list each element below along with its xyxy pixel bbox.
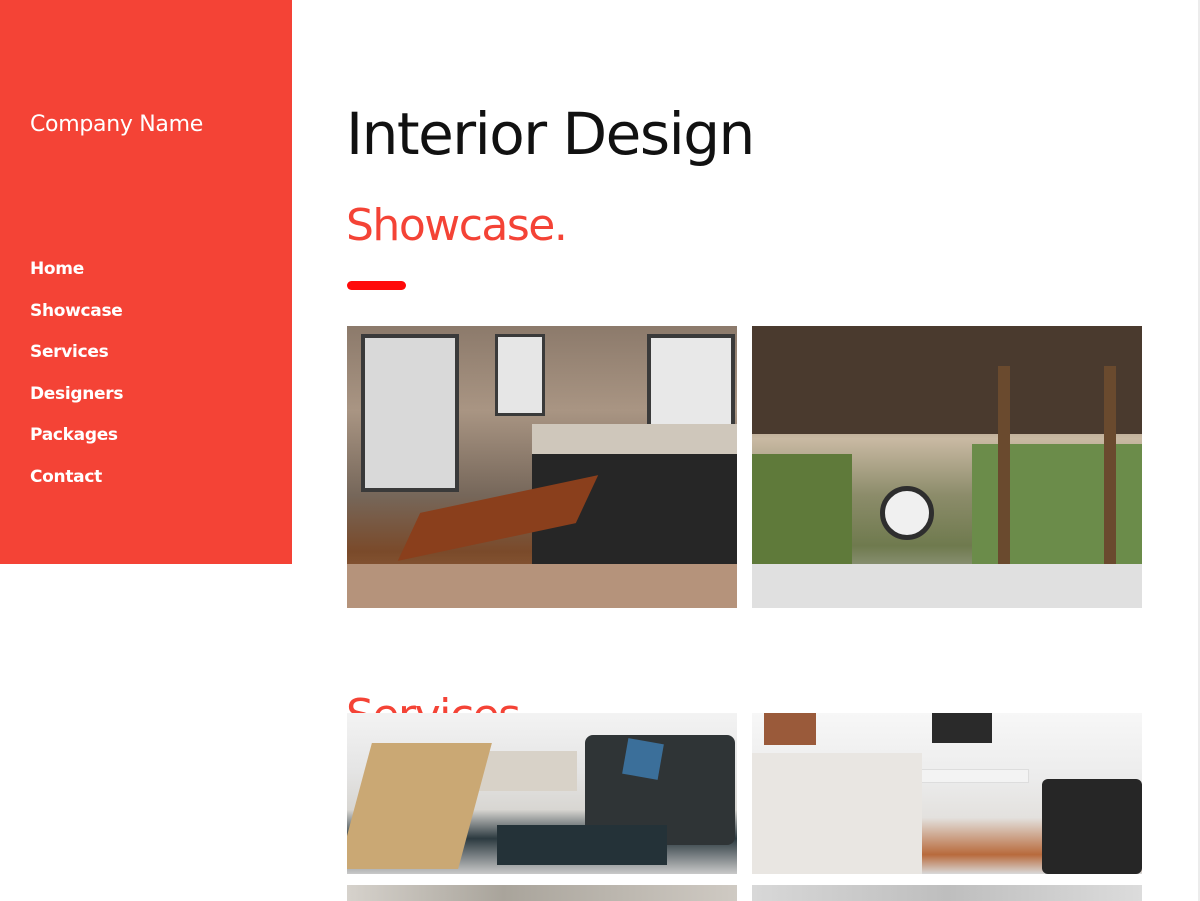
section-subtitle-showcase: Showcase. [346,200,568,251]
nav-item-designers[interactable]: Designers [30,380,124,422]
photo-overlay [347,564,737,608]
window-shape [495,334,545,416]
partial-photo[interactable] [752,885,1142,901]
chair-shape [347,743,492,869]
patio-living-room-photo[interactable] [752,326,1142,608]
window-shape [361,334,459,492]
nav-item-contact[interactable]: Contact [30,463,123,505]
photo-overlay [752,564,1142,608]
monitor-shape [932,713,992,743]
page-title: Interior Design [346,100,755,168]
nav-item-packages[interactable]: Packages [30,421,123,463]
nav-item-services[interactable]: Services [30,338,123,380]
garden-shape [752,454,852,564]
cushion-shape [622,738,664,780]
nav-item-home[interactable]: Home [30,255,123,297]
accent-divider [347,281,406,290]
nav-item-showcase[interactable]: Showcase [30,297,123,339]
pillar-shape [998,366,1010,564]
partial-photo[interactable] [347,885,737,901]
bedroom-desk-photo[interactable] [752,713,1142,874]
rug-shape [497,825,667,865]
company-name[interactable]: Company Name [30,108,230,142]
wood-panel-shape [764,713,816,745]
sidebar-nav: Home Showcase Services Designers Package… [30,255,124,505]
bed-shape [752,753,922,874]
ceiling-shape [752,326,1142,434]
loft-kitchen-photo[interactable] [347,326,737,608]
sidebar: Company Name Home Showcase Services Desi… [0,0,292,564]
pillar-shape [1104,366,1116,564]
armchair-shape [1042,779,1142,874]
clock-icon [880,486,934,540]
living-room-sofa-photo[interactable] [347,713,737,874]
